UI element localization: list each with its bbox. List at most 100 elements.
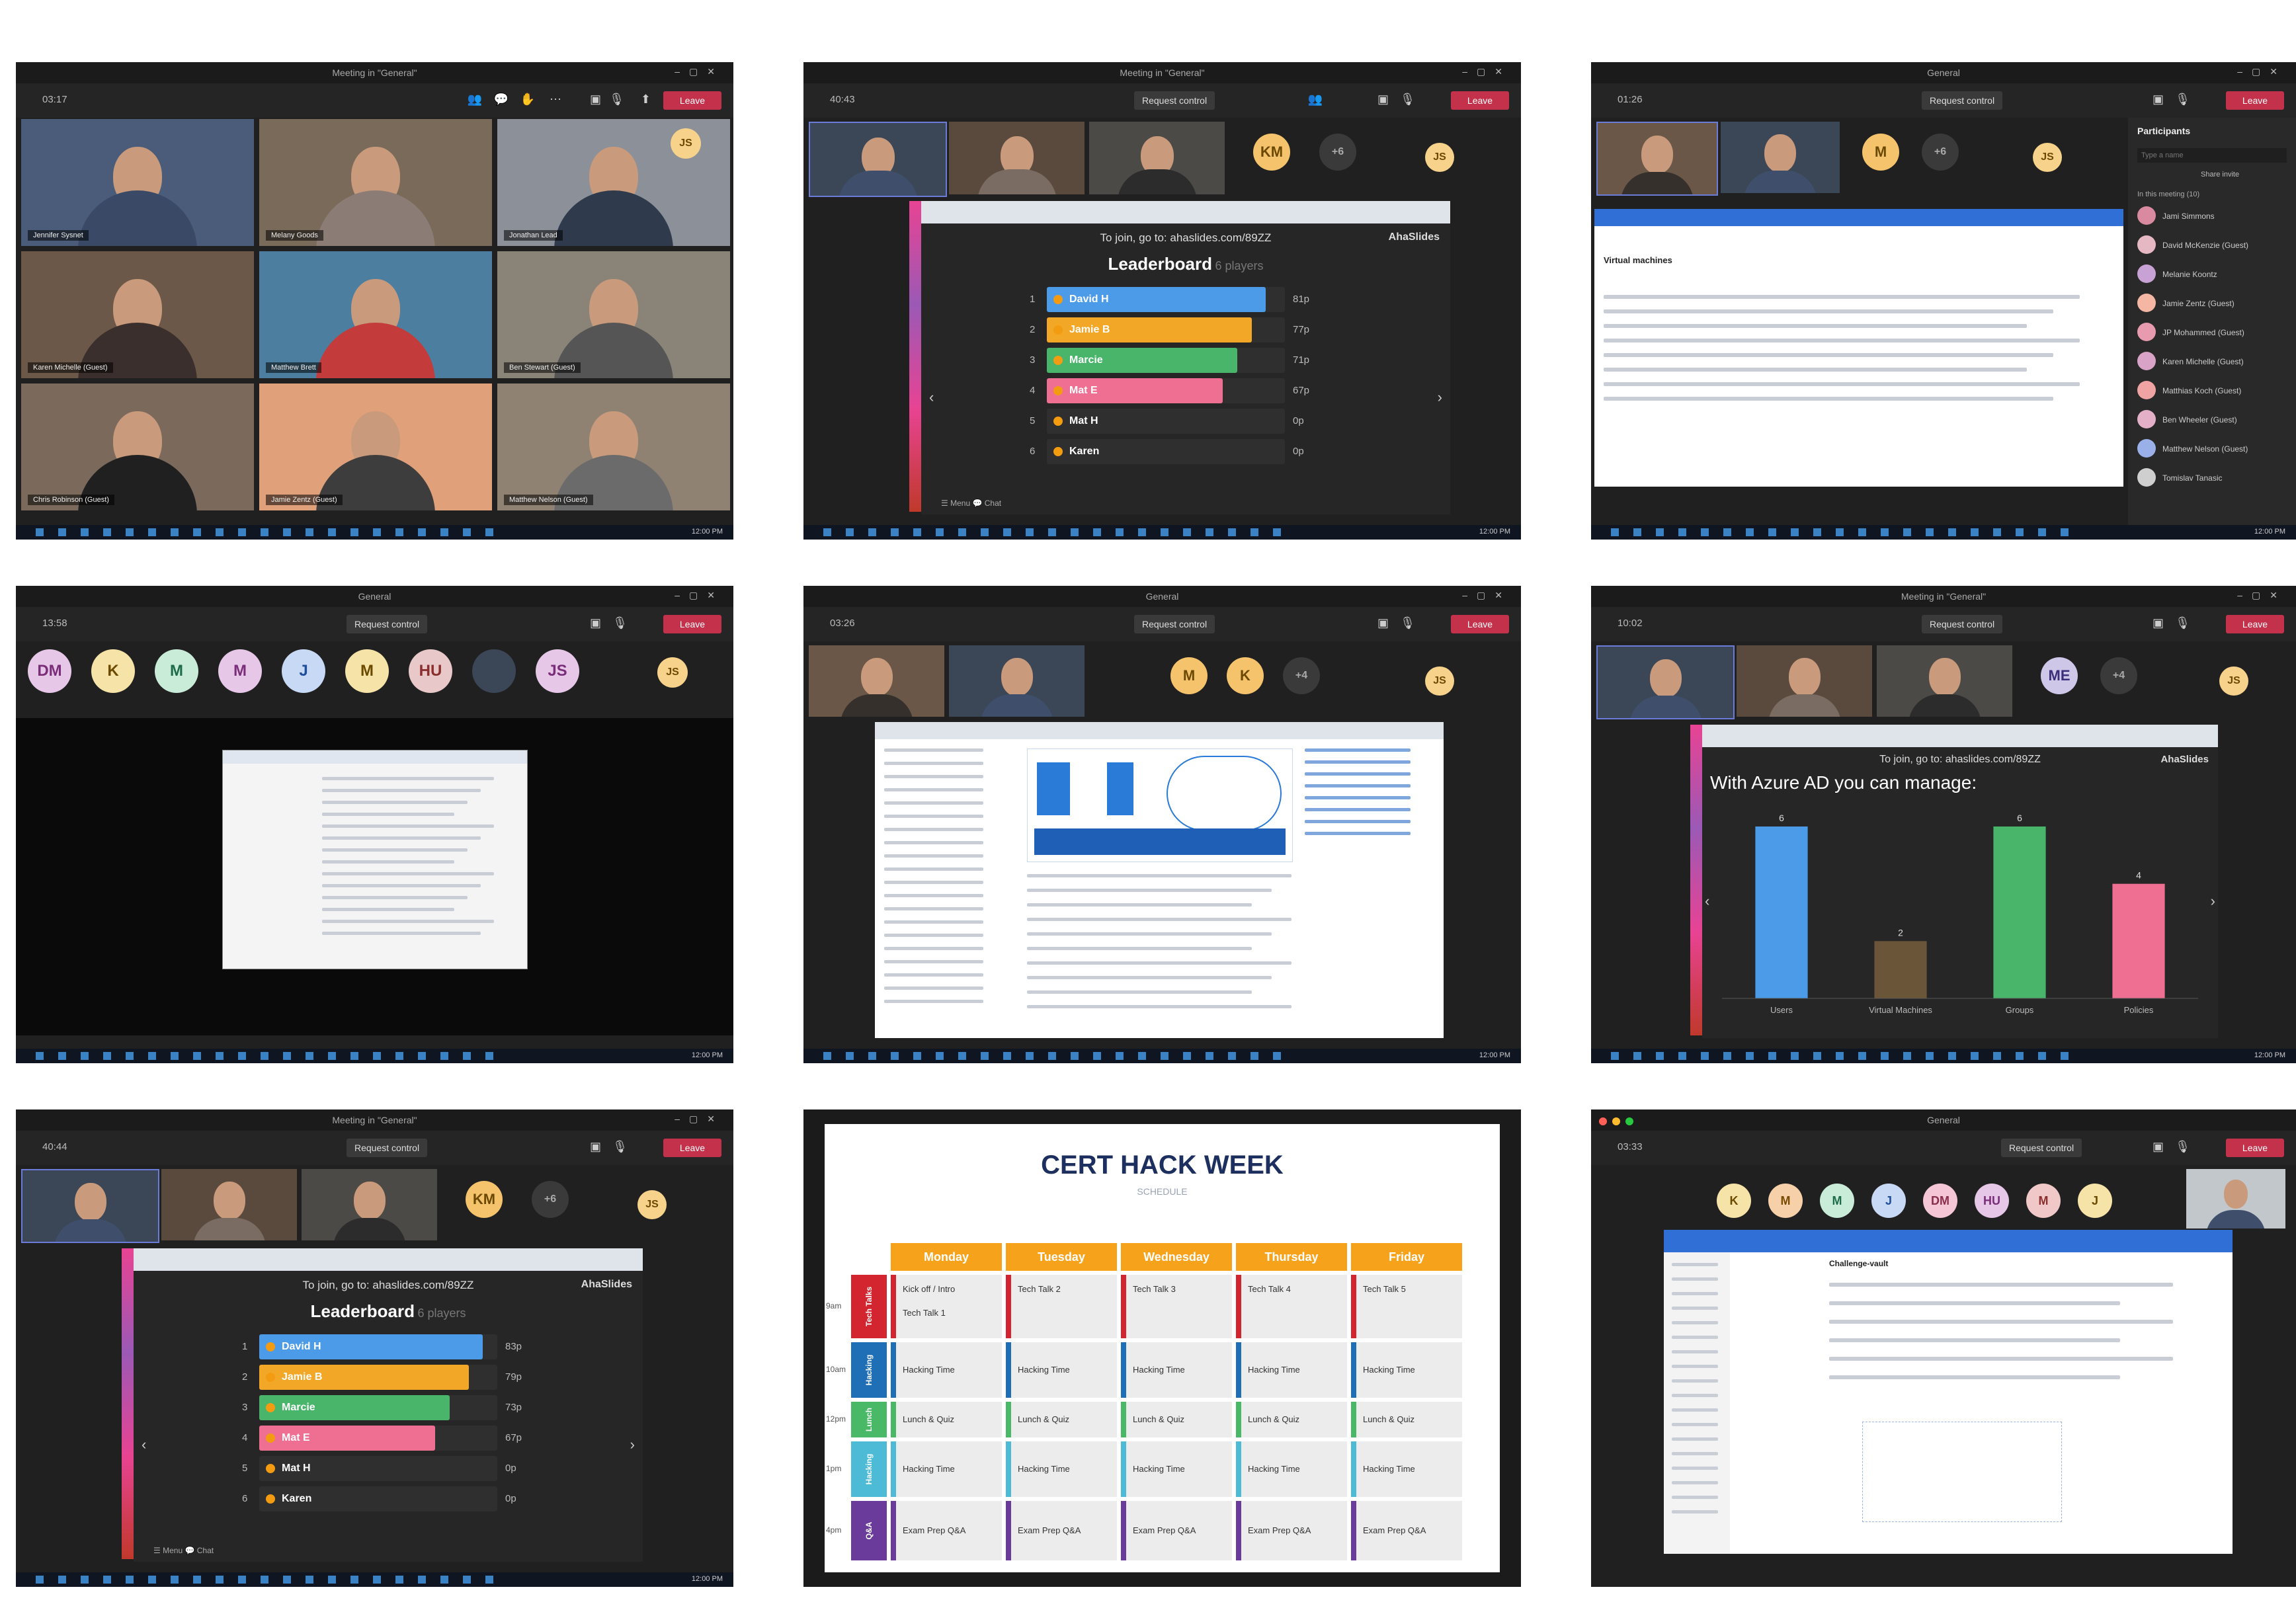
nav-item[interactable]	[1672, 1467, 1718, 1470]
nav-item[interactable]	[884, 1000, 983, 1003]
list-item[interactable]	[322, 825, 494, 828]
participant-row[interactable]: Ben Wheeler (Guest)	[2137, 410, 2287, 430]
leave-button[interactable]: Leave	[2226, 91, 2284, 110]
nav-item[interactable]	[1672, 1307, 1718, 1310]
table-row[interactable]	[1604, 382, 2080, 386]
window-controls[interactable]: –▢✕	[675, 1113, 724, 1125]
browser-tab-strip[interactable]	[921, 201, 1450, 223]
participant-avatar[interactable]: M	[218, 649, 262, 693]
taskbar-app-icons[interactable]	[36, 1052, 499, 1060]
list-item[interactable]	[322, 884, 481, 887]
participant-video[interactable]: Ben Stewart (Guest)	[497, 251, 730, 378]
nav-item[interactable]	[884, 907, 983, 910]
camera-icon[interactable]: ▣	[2152, 616, 2164, 630]
participants-icon[interactable]: 👥	[468, 93, 482, 106]
video-thumbnail[interactable]	[21, 1169, 159, 1243]
prev-slide-icon[interactable]: ‹	[929, 389, 934, 406]
participant-avatar[interactable]: J	[2078, 1184, 2112, 1218]
video-thumbnail[interactable]	[1737, 645, 1872, 717]
taskbar-app-icons[interactable]	[36, 528, 499, 536]
participant-row[interactable]: JP Mohammed (Guest)	[2137, 323, 2287, 343]
table-row[interactable]	[1604, 324, 2027, 328]
participant-avatar[interactable]: M	[345, 649, 389, 693]
participant-avatar[interactable]: M	[2026, 1184, 2061, 1218]
camera-icon[interactable]: ▣	[590, 1140, 601, 1154]
mic-icon[interactable]: 🎙	[2175, 616, 2190, 630]
video-thumbnail[interactable]	[809, 122, 947, 197]
request-control-button[interactable]: Request control	[1922, 91, 2003, 110]
participant-avatar[interactable]: M	[1820, 1184, 1854, 1218]
table-row[interactable]	[1604, 295, 2080, 299]
taskbar-app-icons[interactable]	[1611, 528, 2074, 536]
mic-icon[interactable]: 🎙	[612, 616, 628, 630]
window-controls[interactable]: –▢✕	[2237, 66, 2287, 77]
toc-link[interactable]	[1305, 832, 1411, 835]
toc-link[interactable]	[1305, 748, 1411, 752]
chat-icon[interactable]: 💬	[494, 93, 509, 106]
participant-row[interactable]: Tomislav Tanasic	[2137, 468, 2287, 488]
nav-item[interactable]	[1672, 1510, 1718, 1513]
nav-item[interactable]	[884, 775, 983, 778]
video-thumbnail[interactable]	[1596, 122, 1718, 196]
video-thumbnail[interactable]	[809, 645, 944, 717]
participant-row[interactable]: Jami Simmons	[2137, 206, 2287, 226]
video-thumbnail[interactable]	[1721, 122, 1840, 193]
table-row[interactable]	[1604, 339, 2080, 343]
request-control-button[interactable]: Request control	[1134, 615, 1215, 633]
participant-avatar[interactable]: DM	[28, 649, 71, 693]
request-control-button[interactable]: Request control	[347, 615, 428, 633]
participant-row[interactable]: David McKenzie (Guest)	[2137, 235, 2287, 255]
mic-icon[interactable]: 🎙	[1400, 616, 1415, 630]
slide-footer-menu[interactable]: ☰ Menu 💬 Chat	[153, 1546, 214, 1555]
participant-avatar[interactable]: M	[1170, 657, 1208, 694]
camera-icon[interactable]: ▣	[590, 616, 601, 630]
window-controls[interactable]: –▢✕	[675, 66, 724, 77]
participant-row[interactable]: Karen Michelle (Guest)	[2137, 352, 2287, 372]
leave-button[interactable]: Leave	[663, 1139, 721, 1157]
annotation-toolbar[interactable]	[122, 1248, 134, 1559]
participant-video[interactable]: Melany Goods	[259, 119, 492, 246]
participant-row[interactable]: Matthias Koch (Guest)	[2137, 381, 2287, 401]
participant-video[interactable]: Matthew Nelson (Guest)	[497, 383, 730, 510]
nav-item[interactable]	[1672, 1437, 1718, 1441]
toc-link[interactable]	[1305, 784, 1411, 787]
nav-item[interactable]	[884, 762, 983, 765]
window-controls[interactable]: –▢✕	[675, 590, 724, 601]
leave-button[interactable]: Leave	[1451, 91, 1509, 110]
nav-item[interactable]	[884, 801, 983, 805]
more-participants-badge[interactable]: +4	[2100, 657, 2137, 694]
video-thumbnail[interactable]	[1596, 645, 1735, 719]
toc-link[interactable]	[1305, 808, 1411, 811]
participant-avatar[interactable]: ME	[2041, 657, 2078, 694]
table-row[interactable]	[1604, 368, 2027, 372]
video-thumbnail[interactable]	[302, 1169, 437, 1240]
share-icon[interactable]: ⬆	[641, 93, 651, 106]
participant-avatar[interactable]: K	[1227, 657, 1264, 694]
table-row[interactable]	[1604, 353, 2053, 357]
participant-row[interactable]: Matthew Nelson (Guest)	[2137, 439, 2287, 459]
list-item[interactable]	[322, 860, 454, 864]
participant-video[interactable]: Chris Robinson (Guest)	[21, 383, 254, 510]
participant-avatar[interactable]: M	[155, 649, 198, 693]
camera-icon[interactable]: ▣	[2152, 1140, 2164, 1154]
participant-avatar[interactable]: K	[1717, 1184, 1751, 1218]
nav-item[interactable]	[1672, 1365, 1718, 1368]
request-control-button[interactable]: Request control	[1134, 91, 1215, 110]
nav-item[interactable]	[1672, 1336, 1718, 1339]
taskbar-app-icons[interactable]	[36, 1576, 499, 1584]
mic-icon[interactable]: 🎙	[612, 1140, 628, 1154]
leave-button[interactable]: Leave	[1451, 615, 1509, 633]
nav-item[interactable]	[1672, 1481, 1718, 1484]
participant-row[interactable]: Melanie Koontz	[2137, 264, 2287, 284]
nav-item[interactable]	[884, 748, 983, 752]
video-thumbnail[interactable]	[949, 122, 1085, 194]
video-thumbnail[interactable]	[949, 645, 1085, 717]
list-item[interactable]	[322, 813, 454, 816]
nav-item[interactable]	[1672, 1423, 1718, 1426]
nav-item[interactable]	[884, 920, 983, 924]
nav-item[interactable]	[1672, 1263, 1718, 1266]
nav-item[interactable]	[884, 934, 983, 937]
nav-item[interactable]	[1672, 1350, 1718, 1353]
leave-button[interactable]: Leave	[663, 91, 721, 110]
taskbar-app-icons[interactable]	[1611, 1052, 2074, 1060]
